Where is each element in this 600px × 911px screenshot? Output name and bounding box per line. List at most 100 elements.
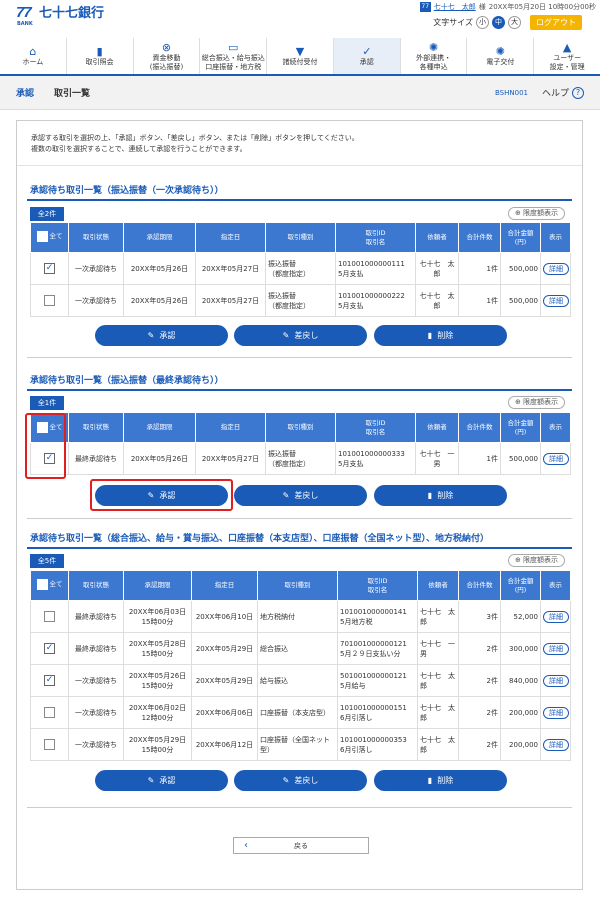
table-row[interactable]: ✓ 最終承認待ち 20XX年05月26日 20XX年05月27日 振込振替 （都度… [30, 442, 571, 475]
type-line: 口座振替（本支店型） [260, 708, 330, 717]
nav-external[interactable]: ✺ 外部連携・ 各種申込 [401, 38, 468, 74]
name-line: 5月地方税 [340, 617, 373, 626]
select-all-checkbox[interactable] [36, 230, 48, 242]
cell-date: 20XX年05月27日 [195, 252, 266, 285]
table-row[interactable]: 最終承認待ち 20XX年06月03日 15時00分 20XX年06月10日 地方税… [30, 600, 571, 633]
nav-home[interactable]: ⌂ ホーム [0, 38, 67, 74]
requester-line: 郎 [420, 681, 427, 690]
id-line: 101001000000333 [338, 449, 405, 458]
approve-button[interactable]: ✎ 承認 [95, 325, 228, 346]
cell-deadline: 20XX年06月02日 12時00分 [123, 696, 192, 729]
limit-display-button[interactable]: ⊕ 限度額表示 [508, 207, 565, 220]
return-button[interactable]: ✎ 差戻し [234, 770, 367, 791]
col-id: 取引ID 取引名 [337, 570, 418, 601]
col-view: 表示 [540, 412, 571, 443]
nav-label: 総合振込・給与振込 [201, 53, 265, 62]
user-name[interactable]: 七十七 太郎 [434, 2, 476, 12]
help-link[interactable]: ヘルプ? [542, 86, 584, 99]
type-line: 型） [260, 745, 274, 754]
id-line: 701001000000121 [340, 639, 407, 648]
cell-deadline: 20XX年05月29日 15時00分 [123, 728, 192, 761]
row-checkbox[interactable]: ✓ [44, 675, 55, 686]
record-count: 全1件 [30, 396, 64, 410]
return-button[interactable]: ✎ 差戻し [234, 325, 367, 346]
select-all-header[interactable]: 全て [30, 570, 69, 601]
table-row[interactable]: ✓ 最終承認待ち 20XX年05月28日 15時00分 20XX年05月29日 総… [30, 632, 571, 665]
nav-approval[interactable]: ✓ 承認 [333, 38, 401, 74]
col-amount-unit: (円) [514, 585, 527, 594]
bank-logo[interactable]: 77 BANK 七十七銀行 [16, 5, 104, 27]
row-checkbox[interactable]: ✓ [44, 643, 55, 654]
row-checkbox[interactable] [44, 707, 55, 718]
font-size-small[interactable]: 小 [476, 16, 489, 29]
limit-label: 限度額表示 [523, 556, 559, 564]
row-checkbox[interactable] [44, 295, 55, 306]
cell-id: 101001000000222 5月支払 [335, 284, 416, 317]
detail-button[interactable]: 詳細 [543, 738, 569, 751]
detail-button[interactable]: 詳細 [543, 610, 569, 623]
font-size-medium[interactable]: 中 [492, 16, 505, 29]
font-size-large[interactable]: 大 [508, 16, 521, 29]
nav-label: 取引照会 [85, 58, 114, 66]
cell-deadline: 20XX年06月03日 15時00分 [123, 600, 192, 633]
nav-user-settings[interactable]: ▲ ユーザー 設定・管理 [534, 38, 600, 74]
logout-button[interactable]: ログアウト [530, 15, 582, 30]
table-row[interactable]: 一次承認待ち 20XX年05月26日 20XX年05月27日 振込振替 （都度指定… [30, 284, 571, 317]
table-row[interactable]: ✓ 一次承認待ち 20XX年05月26日 15時00分 20XX年05月29日 給… [30, 664, 571, 697]
detail-button[interactable]: 詳細 [543, 674, 569, 687]
col-deadline: 承認期限 [123, 570, 192, 601]
cell-amount: 300,000 [500, 632, 541, 665]
table-row[interactable]: ✓ 一次承認待ち 20XX年05月26日 20XX年05月27日 振込振替 （都度… [30, 252, 571, 285]
delete-button[interactable]: ▮ 削除 [374, 325, 507, 346]
limit-display-button[interactable]: ⊕ 限度額表示 [508, 396, 565, 409]
return-label: 差戻し [294, 331, 319, 340]
receipt-icon: ▼ [295, 45, 305, 58]
detail-button[interactable]: 詳細 [543, 262, 569, 275]
detail-button[interactable]: 詳細 [543, 294, 569, 307]
cell-count: 2件 [458, 664, 501, 697]
detail-button[interactable]: 詳細 [543, 452, 569, 465]
nav-label-2: (振込振替) [149, 62, 184, 71]
col-id-label: 取引ID [367, 576, 388, 585]
col-amount: 合計金額 (円) [500, 570, 541, 601]
back-button[interactable]: ‹ 戻る [233, 837, 369, 854]
stamp-icon: ✎ [147, 331, 155, 340]
approve-button[interactable]: ✎ 承認 [95, 770, 228, 791]
requester-line: 七十七 太 [420, 735, 455, 744]
gear-icon: ✺ [495, 45, 505, 58]
col-status: 取引状態 [68, 570, 124, 601]
col-count: 合計件数 [458, 570, 501, 601]
detail-button[interactable]: 詳細 [543, 642, 569, 655]
table-row[interactable]: 一次承認待ち 20XX年06月02日 12時00分 20XX年06月06日 口座振… [30, 696, 571, 729]
name-line: 6月引落し [340, 713, 373, 722]
nav-bulk-transfer[interactable]: ▭ 総合振込・給与振込 口座振替・地方税 [200, 38, 268, 74]
row-checkbox[interactable]: ✓ [44, 263, 55, 274]
deadline-date: 20XX年05月28日 [128, 639, 187, 648]
type-line: （都度指定） [268, 459, 310, 468]
nav-transfer[interactable]: ⊗ 資金移動 (振込振替) [134, 38, 201, 74]
nav-inquiry[interactable]: ▮ 取引照会 [67, 38, 134, 74]
nav-procedures[interactable]: ▼ 諸続付受付 [267, 38, 334, 74]
cell-deadline: 20XX年05月26日 [123, 442, 196, 475]
nav-e-delivery[interactable]: ✺ 電子交付 [467, 38, 535, 74]
return-icon: ✎ [282, 776, 290, 785]
cell-type: 口座振替（全国ネット 型） [257, 728, 338, 761]
limit-display-button[interactable]: ⊕ 限度額表示 [508, 554, 565, 567]
cell-requester: 七十七 太郎 [417, 696, 459, 729]
row-checkbox[interactable] [44, 611, 55, 622]
table-row[interactable]: 一次承認待ち 20XX年05月29日 15時00分 20XX年06月12日 口座振… [30, 728, 571, 761]
row-checkbox[interactable] [44, 739, 55, 750]
cell-type: 地方税納付 [257, 600, 338, 633]
delete-button[interactable]: ▮ 削除 [374, 485, 507, 506]
select-all-header[interactable]: 全て [30, 222, 69, 253]
approve-label: 承認 [159, 331, 176, 340]
return-button[interactable]: ✎ 差戻し [234, 485, 367, 506]
delete-button[interactable]: ▮ 削除 [374, 770, 507, 791]
col-count: 合計件数 [458, 222, 501, 253]
select-all-checkbox[interactable] [36, 578, 48, 590]
cell-type: 振込振替 （都度指定） [265, 442, 336, 475]
detail-button[interactable]: 詳細 [543, 706, 569, 719]
cell-amount: 500,000 [500, 252, 541, 285]
col-amount-label: 合計金額 [507, 576, 534, 585]
cell-count: 2件 [458, 632, 501, 665]
